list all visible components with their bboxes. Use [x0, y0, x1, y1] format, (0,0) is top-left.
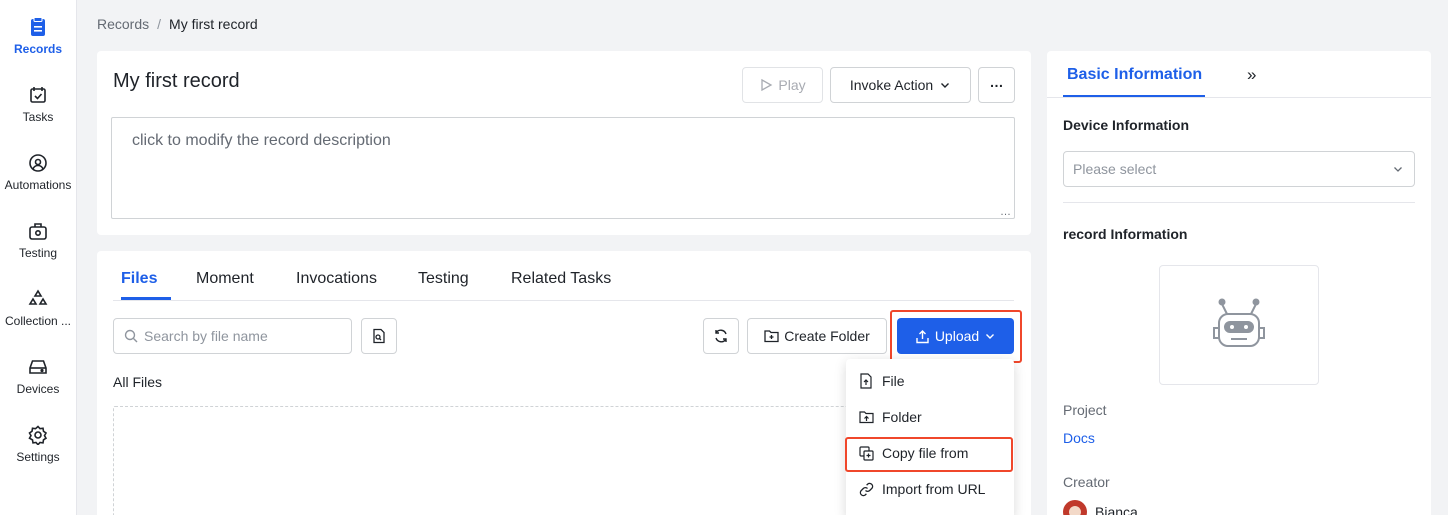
- create-folder-button[interactable]: Create Folder: [747, 318, 887, 354]
- tab-moment[interactable]: Moment: [196, 270, 254, 288]
- collection-icon: [27, 288, 49, 310]
- link-icon: [859, 481, 875, 497]
- breadcrumb-separator: /: [157, 16, 162, 32]
- record-description-field[interactable]: click to modify the record description …: [111, 117, 1015, 219]
- divider: [1063, 202, 1415, 203]
- play-label: Play: [778, 77, 806, 93]
- folder-add-icon: [764, 330, 779, 343]
- sidebar-item-settings[interactable]: Settings: [0, 420, 76, 480]
- record-avatar-box: [1159, 265, 1319, 385]
- breadcrumb-root-link[interactable]: Records: [97, 16, 149, 32]
- sidebar-item-records[interactable]: Records: [0, 12, 76, 72]
- creator-label: Creator: [1063, 474, 1110, 490]
- active-tab-indicator: [121, 297, 171, 300]
- sidebar-item-label: Records: [13, 42, 63, 56]
- project-label: Project: [1063, 402, 1107, 418]
- play-button[interactable]: Play: [742, 67, 823, 103]
- sidebar-item-label: Devices: [16, 382, 60, 396]
- sidebar: Records Tasks Automations Testing Collec…: [0, 0, 77, 515]
- breadcrumb-current: My first record: [169, 16, 258, 32]
- tab-testing[interactable]: Testing: [418, 270, 469, 288]
- import-from-url-option[interactable]: Import from URL: [846, 472, 1014, 506]
- import-from-url-label: Import from URL: [882, 481, 986, 497]
- sidebar-item-label: Settings: [16, 450, 60, 464]
- tasks-icon: [27, 84, 49, 106]
- file-search-box: [113, 318, 352, 354]
- robot-icon: [1213, 298, 1265, 347]
- file-search-toggle-button[interactable]: [361, 318, 397, 354]
- records-icon: [27, 16, 49, 38]
- basic-info-panel: Basic Information » Device Information P…: [1047, 51, 1431, 515]
- more-icon: …: [989, 74, 1004, 90]
- folder-upload-icon: [859, 409, 875, 425]
- tab-basic-information[interactable]: Basic Information: [1067, 66, 1202, 84]
- chevron-down-icon: [986, 334, 995, 339]
- play-icon: [761, 78, 773, 92]
- automations-icon: [27, 152, 49, 174]
- divider: [1047, 97, 1431, 98]
- sidebar-item-label: Testing: [18, 246, 58, 260]
- upload-folder-option[interactable]: Folder: [846, 400, 1014, 434]
- file-search-icon: [373, 328, 385, 344]
- refresh-icon: [715, 329, 727, 343]
- project-link[interactable]: Docs: [1063, 430, 1095, 446]
- file-upload-icon: [859, 373, 875, 389]
- resize-handle[interactable]: …: [1000, 206, 1011, 218]
- invoke-action-label: Invoke Action: [849, 77, 934, 93]
- upload-file-option[interactable]: File: [846, 364, 1014, 398]
- search-icon: [124, 329, 138, 343]
- copy-file-from-option[interactable]: Copy file from: [846, 436, 1014, 470]
- upload-dropdown-menu: File Folder Copy file from Import from U…: [846, 359, 1014, 515]
- copy-file-icon: [859, 445, 875, 461]
- sidebar-item-label: Collection ...: [4, 314, 72, 328]
- page-title: My first record: [113, 70, 240, 92]
- sidebar-item-label: Tasks: [22, 110, 54, 124]
- sidebar-item-testing[interactable]: Testing: [0, 216, 76, 276]
- sidebar-item-tasks[interactable]: Tasks: [0, 80, 76, 140]
- avatar: [1063, 500, 1087, 515]
- tab-related-tasks[interactable]: Related Tasks: [511, 270, 611, 288]
- copy-file-from-label: Copy file from: [882, 445, 969, 461]
- all-files-label: All Files: [113, 374, 163, 390]
- chevron-down-icon: [1394, 167, 1402, 172]
- upload-button[interactable]: Upload: [897, 318, 1014, 354]
- refresh-button[interactable]: [703, 318, 739, 354]
- upload-icon: [916, 329, 929, 343]
- upload-folder-label: Folder: [882, 409, 922, 425]
- more-actions-button[interactable]: …: [978, 67, 1015, 103]
- devices-icon: [27, 356, 49, 378]
- upload-label: Upload: [934, 328, 980, 344]
- sidebar-item-devices[interactable]: Devices: [0, 352, 76, 412]
- settings-icon: [27, 424, 49, 446]
- sidebar-item-automations[interactable]: Automations: [0, 148, 76, 208]
- testing-icon: [27, 220, 49, 242]
- device-select-placeholder: Please select: [1073, 161, 1157, 177]
- invoke-action-button[interactable]: Invoke Action: [830, 67, 971, 103]
- creator-name: Bianca: [1095, 504, 1138, 515]
- sidebar-item-label: Automations: [4, 178, 72, 192]
- breadcrumb: Records / My first record: [97, 16, 258, 32]
- tab-files[interactable]: Files: [121, 270, 157, 288]
- create-folder-label: Create Folder: [784, 328, 870, 344]
- tab-invocations[interactable]: Invocations: [296, 270, 377, 288]
- record-description-text: click to modify the record description: [132, 132, 391, 149]
- device-information-label: Device Information: [1063, 117, 1190, 133]
- upload-file-label: File: [882, 373, 905, 389]
- chevron-down-icon: [941, 83, 950, 88]
- expand-panel-icon[interactable]: »: [1247, 65, 1256, 85]
- sidebar-item-collection[interactable]: Collection ...: [0, 284, 76, 344]
- record-information-label: record Information: [1063, 226, 1188, 242]
- device-select[interactable]: Please select: [1063, 151, 1415, 187]
- record-header-card: My first record Play Invoke Action … cli…: [97, 51, 1031, 235]
- files-tabs: Files Moment Invocations Testing Related…: [113, 251, 1014, 301]
- search-input[interactable]: [144, 328, 344, 344]
